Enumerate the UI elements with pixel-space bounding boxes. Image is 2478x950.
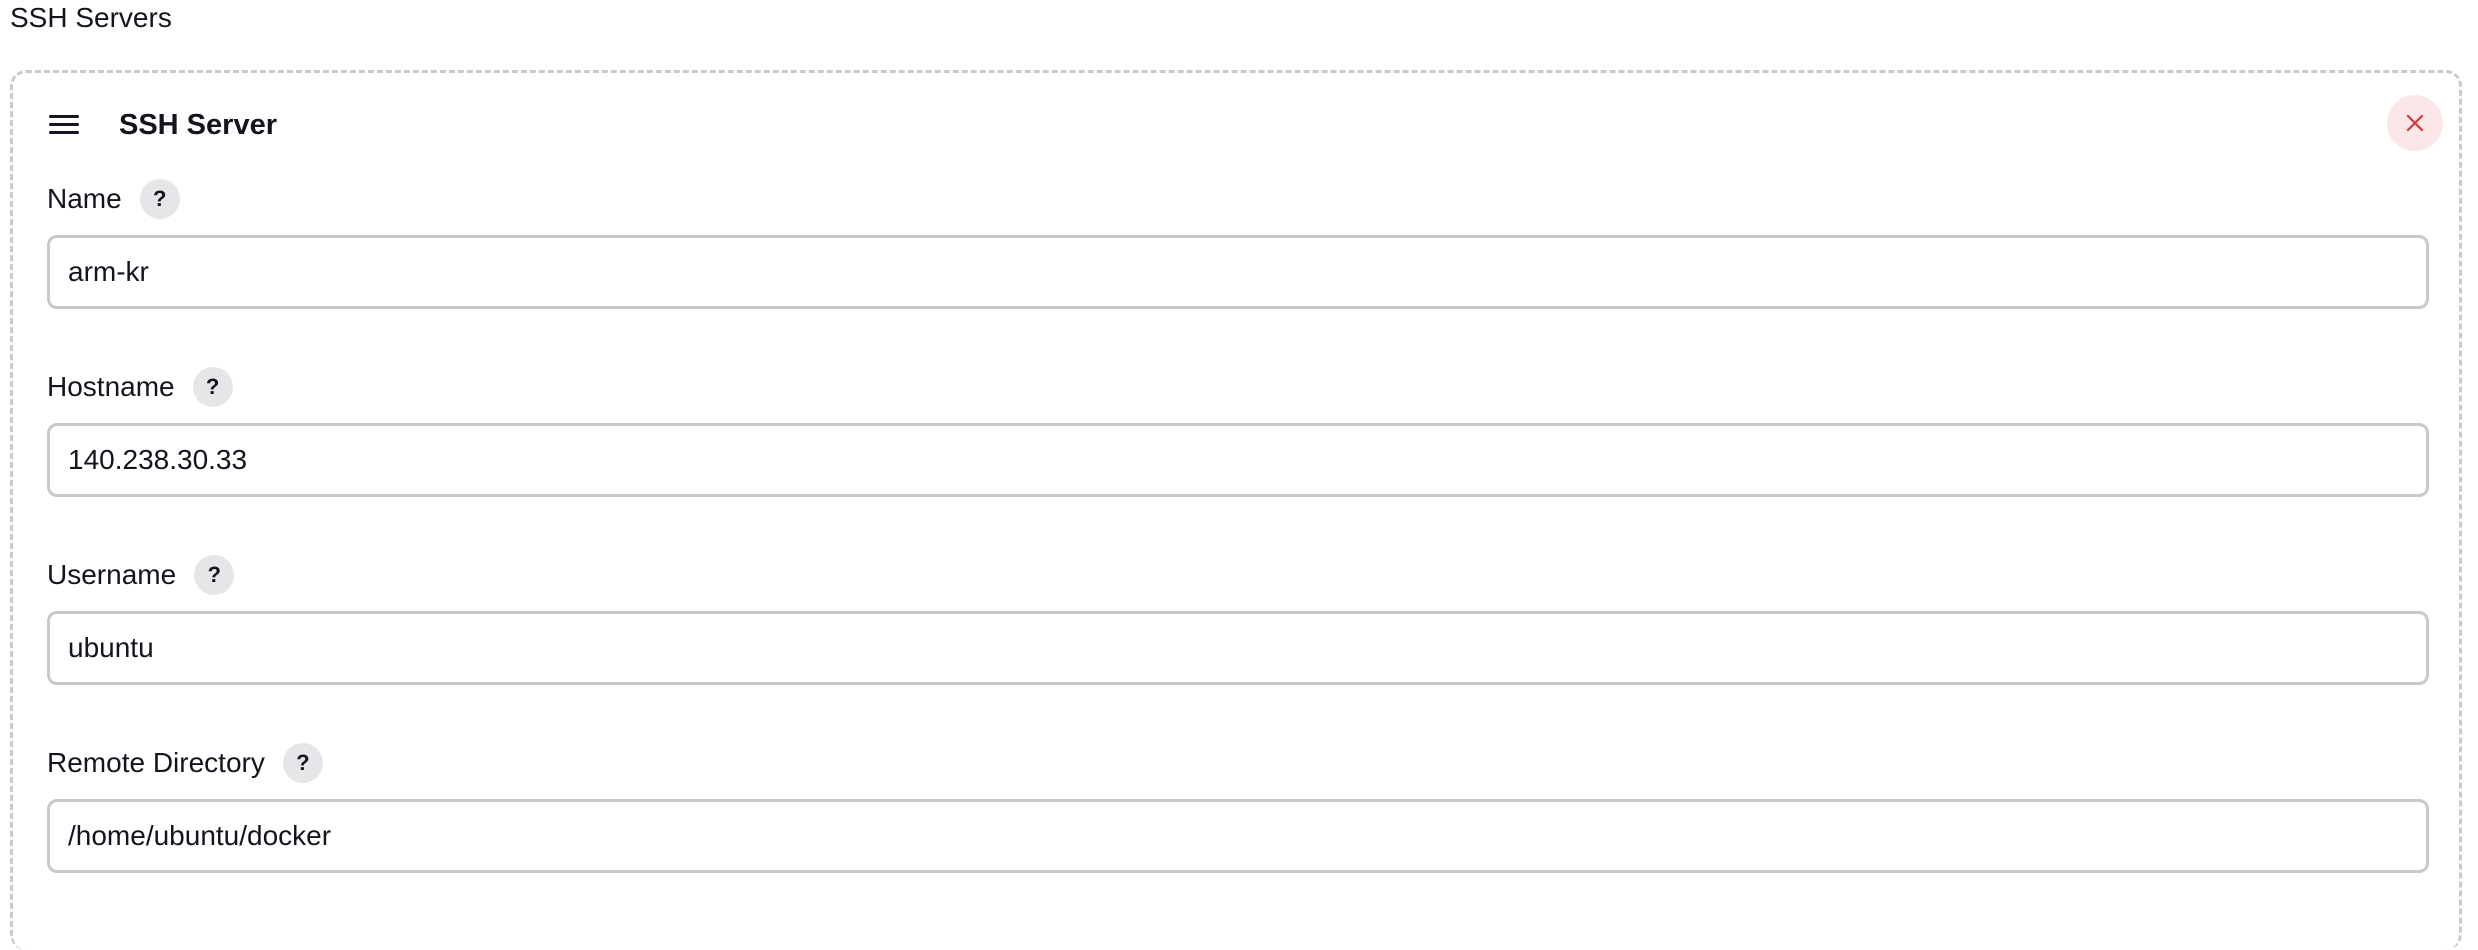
ssh-server-card: SSH Server Name ? Hostname ? Username ?: [10, 70, 2462, 950]
card-title: SSH Server: [119, 109, 277, 141]
remote-directory-input[interactable]: [47, 799, 2429, 873]
name-input[interactable]: [47, 235, 2429, 309]
hostname-label: Hostname: [47, 371, 175, 402]
close-x-icon: [2406, 114, 2424, 132]
field-label-row: Name ?: [47, 179, 180, 219]
card-header: SSH Server: [13, 73, 2459, 183]
field-label-row: Username ?: [47, 555, 235, 595]
hamburger-menu-icon[interactable]: [49, 115, 79, 135]
remote-directory-label: Remote Directory: [47, 747, 265, 778]
username-input[interactable]: [47, 611, 2429, 685]
help-icon[interactable]: ?: [282, 743, 323, 783]
help-icon[interactable]: ?: [192, 367, 233, 407]
help-icon[interactable]: ?: [139, 179, 180, 219]
name-label: Name: [47, 183, 122, 214]
delete-server-button[interactable]: [2387, 95, 2443, 151]
hostname-input[interactable]: [47, 423, 2429, 497]
section-title: SSH Servers: [10, 2, 172, 33]
username-label: Username: [47, 559, 177, 590]
help-icon[interactable]: ?: [194, 555, 235, 595]
field-label-row: Hostname ?: [47, 367, 233, 407]
field-label-row: Remote Directory ?: [47, 743, 323, 783]
